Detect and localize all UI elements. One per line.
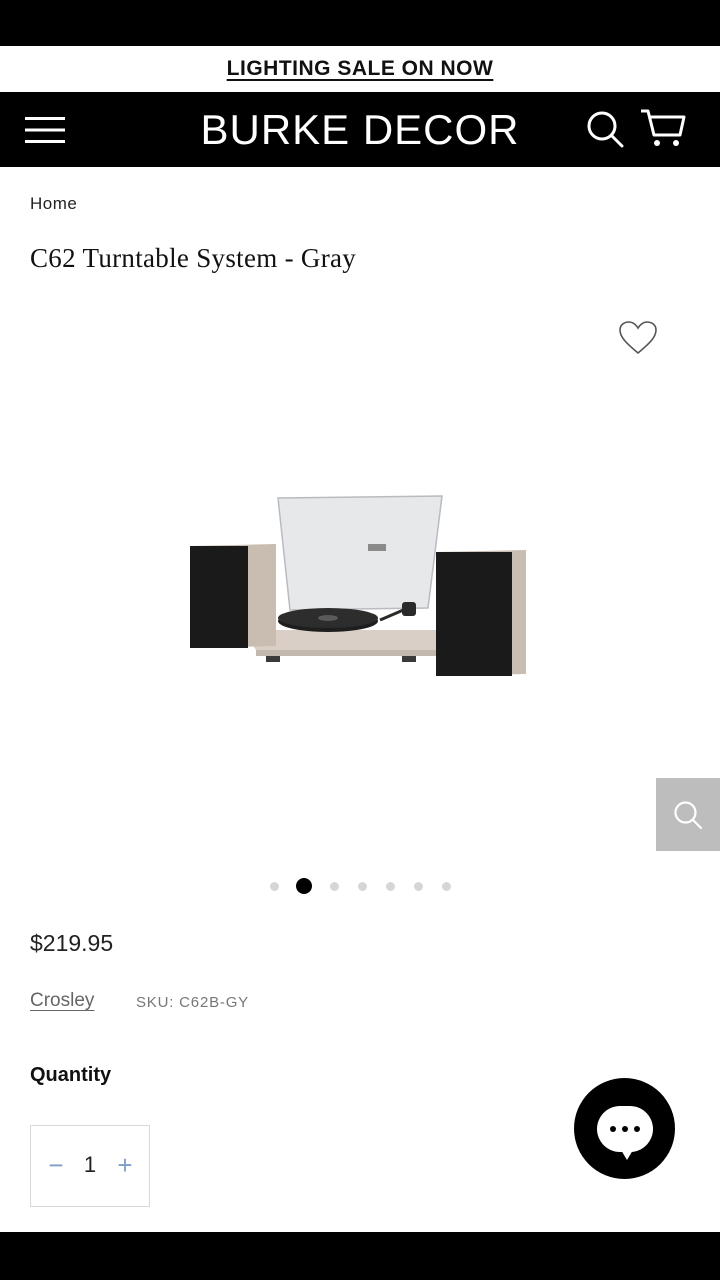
status-bar: [0, 0, 720, 46]
turntable-image: [190, 495, 526, 676]
navigation-bar: [0, 1232, 720, 1280]
vendor-link[interactable]: Crosley: [30, 990, 94, 1012]
hamburger-menu-icon: [25, 117, 65, 143]
product-price: $219.95: [30, 930, 114, 956]
gallery-dot[interactable]: [385, 882, 395, 891]
cart-button[interactable]: [638, 106, 688, 150]
brand-logo[interactable]: BURKE DECOR: [200, 106, 519, 154]
promo-banner[interactable]: LIGHTING SALE ON NOW: [0, 46, 720, 92]
chat-bubble-icon: [596, 1105, 653, 1160]
chat-button[interactable]: [574, 1078, 675, 1179]
product-sku: SKU: C62B-GY: [136, 994, 249, 1011]
gallery-pagination: [0, 878, 720, 894]
site-header: BURKE DECOR: [0, 92, 720, 167]
gallery-dot[interactable]: [413, 882, 423, 891]
product-image[interactable]: [180, 480, 540, 690]
search-icon: [674, 800, 703, 829]
gallery-dot[interactable]: [357, 882, 367, 891]
search-button[interactable]: [584, 108, 626, 150]
promo-link[interactable]: LIGHTING SALE ON NOW: [227, 57, 494, 81]
quantity-decrease-button[interactable]: −: [41, 1150, 71, 1180]
wishlist-button[interactable]: [618, 320, 658, 358]
cart-icon: [641, 109, 686, 146]
menu-button[interactable]: [24, 110, 66, 150]
quantity-stepper: − 1 +: [30, 1125, 150, 1207]
gallery-dot[interactable]: [269, 882, 279, 891]
zoom-button[interactable]: [656, 778, 720, 851]
breadcrumb-home[interactable]: Home: [30, 194, 77, 214]
gallery-dot[interactable]: [296, 878, 312, 894]
product-title: C62 Turntable System - Gray: [30, 243, 357, 273]
quantity-label: Quantity: [30, 1064, 112, 1086]
heart-icon: [619, 321, 657, 355]
quantity-increase-button[interactable]: +: [110, 1150, 140, 1180]
gallery-dot[interactable]: [441, 882, 451, 891]
quantity-input[interactable]: 1: [75, 1150, 105, 1180]
gallery-dot[interactable]: [329, 882, 339, 891]
search-icon: [587, 111, 624, 148]
